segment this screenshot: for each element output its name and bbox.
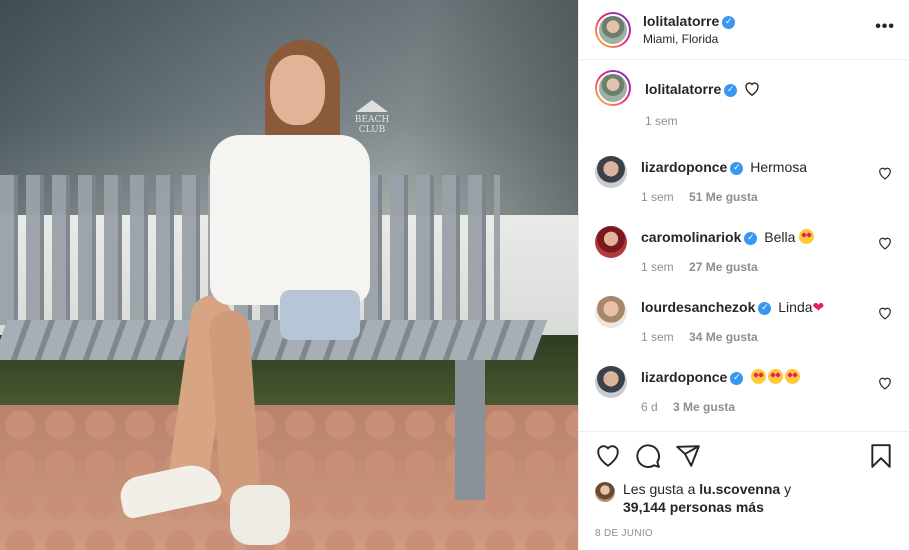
comment-avatar[interactable] [595, 366, 627, 398]
post-side-panel: lolitalatorre ✓ Miami, Florida ••• lolita… [578, 0, 909, 550]
likes-connector: y [784, 481, 792, 497]
verified-badge-icon: ✓ [722, 15, 736, 29]
comment-time[interactable]: 1 sem [641, 190, 674, 204]
heart-eyes-emoji-icon [751, 369, 767, 384]
author-username[interactable]: lolitalatorre [643, 13, 719, 29]
post-photo[interactable]: BEACH CLUB [0, 0, 578, 550]
ellipsis-icon[interactable]: ••• [875, 18, 895, 36]
comments-list: lolitalatorre ✓ 1 sem lizardoponce ✓ Hermo… [579, 70, 909, 420]
heart-eyes-emoji-icon [785, 369, 801, 384]
like-comment-heart-icon[interactable] [878, 236, 892, 250]
comment-likes[interactable]: 51 Me gusta [689, 190, 758, 204]
comment-text: Bella [764, 229, 796, 245]
author-avatar[interactable] [595, 11, 631, 48]
comment-icon[interactable] [635, 443, 661, 469]
liker-avatar[interactable] [595, 482, 615, 502]
like-comment-heart-icon[interactable] [878, 166, 892, 180]
comment-time[interactable]: 6 d [641, 400, 658, 414]
caption-item: lolitalatorre ✓ 1 sem [579, 70, 909, 140]
comment-username[interactable]: lizardoponce [641, 159, 727, 175]
verified-badge-icon: ✓ [744, 231, 758, 245]
caption-author-username[interactable]: lolitalatorre [645, 81, 721, 97]
red-heart-emoji-icon: ❤ [812, 299, 825, 315]
post-actions: Les gusta a lu.scovenna y 39,144 persona… [579, 431, 909, 539]
photo-person [116, 40, 380, 550]
comment-avatar[interactable] [595, 296, 627, 328]
comment-item: lizardoponce ✓ Hermosa 1 sem 51 Me gusta [579, 140, 909, 210]
comment-likes[interactable]: 3 Me gusta [673, 400, 735, 414]
verified-badge-icon: ✓ [758, 301, 772, 315]
comment-item: lizardoponce ✓ 6 d 3 Me gusta [579, 350, 909, 420]
heart-eyes-emoji-icon [799, 229, 815, 244]
comment-item: caromolinariok ✓ Bella 1 sem 27 Me gusta [579, 210, 909, 280]
comment-username[interactable]: lizardoponce [641, 369, 727, 385]
share-icon[interactable] [675, 443, 701, 469]
comment-username[interactable]: caromolinariok [641, 229, 741, 245]
like-comment-heart-icon[interactable] [878, 376, 892, 390]
bookmark-icon[interactable] [868, 443, 894, 469]
heart-outline-icon [745, 82, 759, 96]
caption-author-avatar[interactable] [595, 70, 631, 106]
comment-likes[interactable]: 34 Me gusta [689, 330, 758, 344]
photo-bench-leg [455, 360, 485, 500]
comment-likes[interactable]: 27 Me gusta [689, 260, 758, 274]
comment-text: Linda [778, 299, 813, 315]
likes-count[interactable]: 39,144 personas más [623, 499, 764, 515]
comment-text: Hermosa [750, 159, 808, 175]
likes-summary: Les gusta a lu.scovenna y 39,144 persona… [595, 480, 894, 516]
comment-time[interactable]: 1 sem [641, 260, 674, 274]
comment-avatar[interactable] [595, 226, 627, 258]
like-comment-heart-icon[interactable] [878, 306, 892, 320]
likes-prefix: Les gusta a [623, 481, 696, 497]
comment-username[interactable]: lourdesanchezok [641, 299, 755, 315]
comment-time[interactable]: 1 sem [641, 330, 674, 344]
verified-badge-icon: ✓ [730, 371, 744, 385]
verified-badge-icon: ✓ [730, 161, 744, 175]
comment-avatar[interactable] [595, 156, 627, 188]
heart-eyes-emoji-icon [768, 369, 784, 384]
verified-badge-icon: ✓ [724, 83, 738, 97]
post-header: lolitalatorre ✓ Miami, Florida ••• [579, 0, 909, 60]
liker-username[interactable]: lu.scovenna [699, 481, 780, 497]
comment-item: lourdesanchezok ✓ Linda❤ 1 sem 34 Me gust… [579, 280, 909, 350]
post-location[interactable]: Miami, Florida [643, 32, 735, 46]
post-date[interactable]: 8 DE JUNIO [595, 528, 894, 539]
heart-icon[interactable] [595, 443, 621, 469]
caption-time[interactable]: 1 sem [645, 114, 760, 128]
